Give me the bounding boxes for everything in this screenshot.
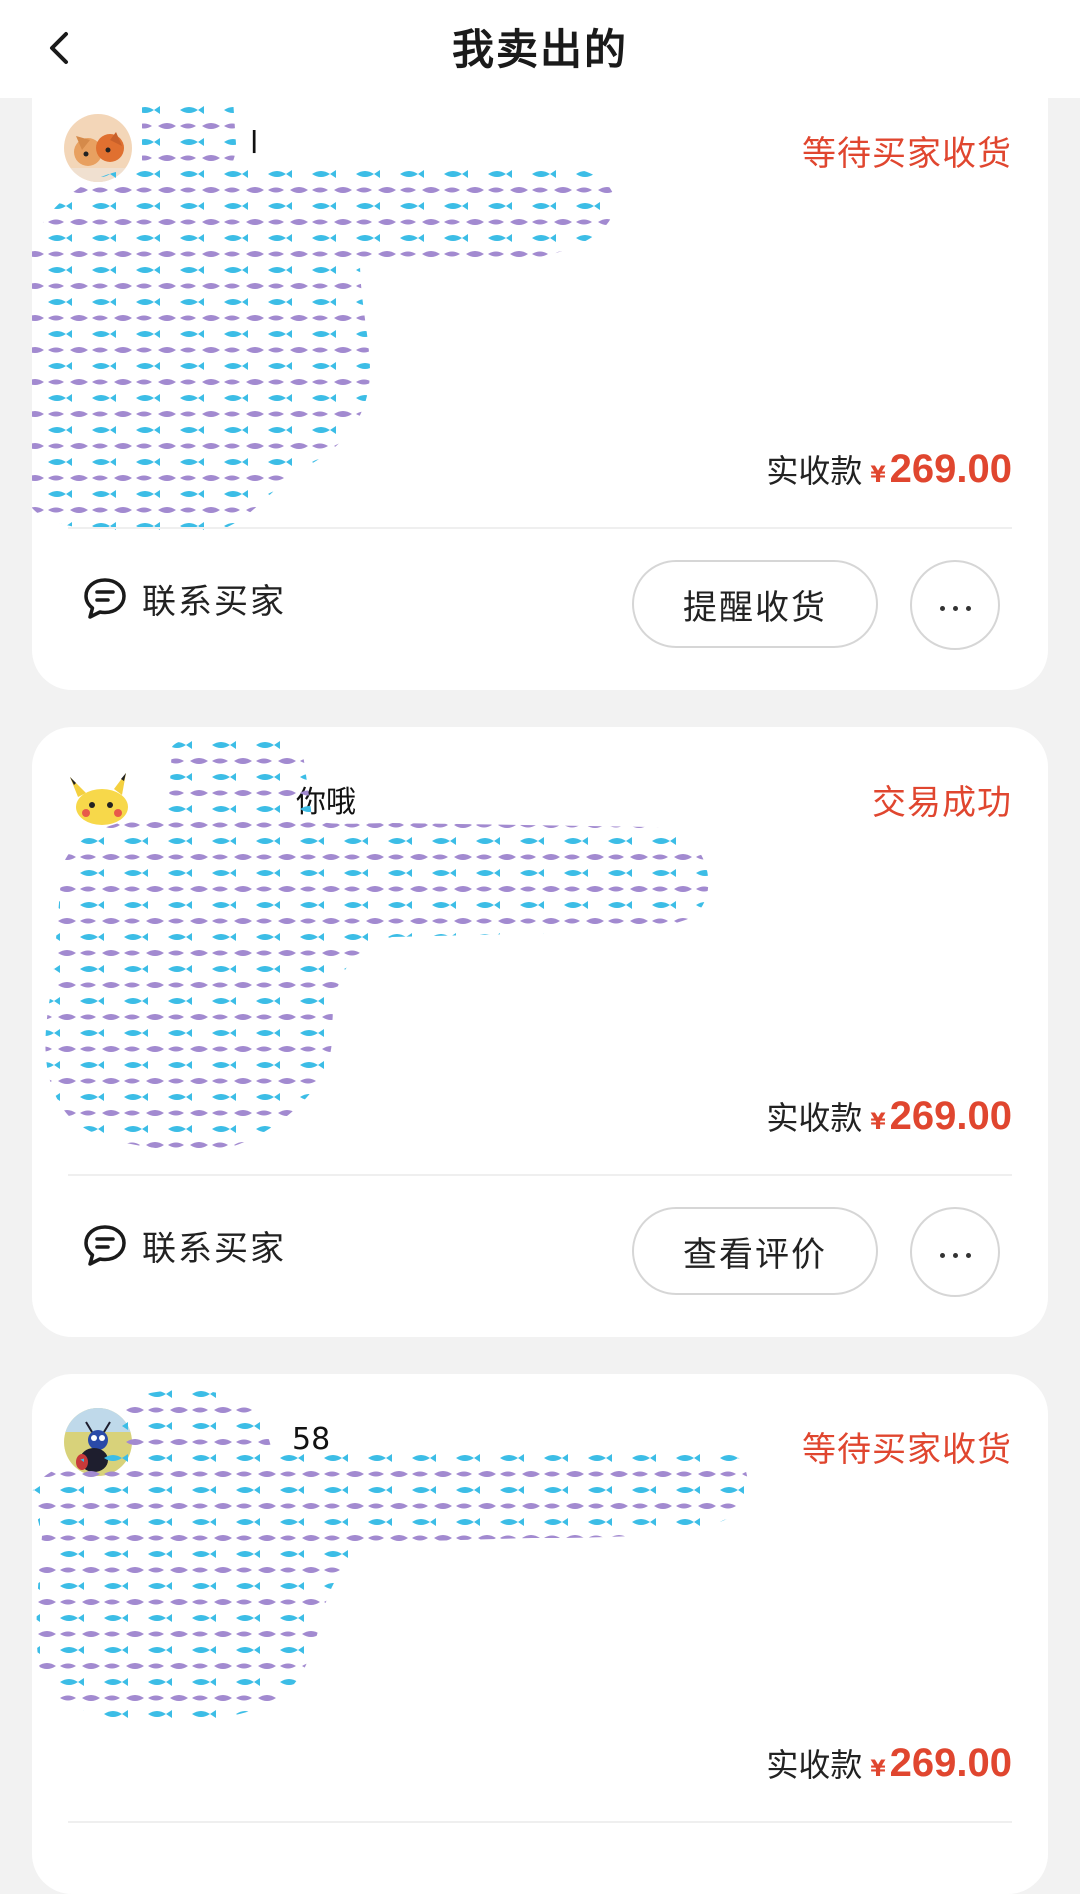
chat-bubble-icon	[84, 1224, 126, 1266]
price-value: 269.00	[889, 1094, 1012, 1138]
order-card[interactable]: 你哦 交易成功 实收款 ¥ 269.00 联系买家 查看评价	[32, 727, 1048, 1337]
contact-buyer-button[interactable]: 联系买家	[82, 574, 286, 623]
price-row: 实收款 ¥ 269.00	[766, 1093, 1012, 1139]
top-navigation-bar: 我卖出的	[0, 0, 1080, 98]
page-title: 我卖出的	[451, 25, 628, 74]
order-status: 等待买家收货	[802, 134, 1012, 174]
divider	[68, 1174, 1012, 1176]
view-review-button[interactable]: 查看评价	[632, 1207, 878, 1295]
price-row: 实收款 ¥ 269.00	[766, 446, 1012, 492]
price-row: 实收款 ¥ 269.00	[766, 1740, 1012, 1786]
redaction-mask	[32, 1390, 748, 1723]
redaction-mask	[32, 80, 615, 536]
order-card[interactable]: 58 等待买家收货 实收款 ¥ 269.00	[32, 1374, 1048, 1894]
order-status: 交易成功	[872, 783, 1012, 823]
price-label: 实收款	[766, 1746, 863, 1784]
more-dots-icon	[936, 1243, 975, 1262]
remind-receipt-button[interactable]: 提醒收货	[632, 560, 878, 648]
price-label: 实收款	[766, 1099, 863, 1137]
more-dots-icon	[936, 596, 975, 615]
currency-symbol: ¥	[870, 1757, 886, 1782]
contact-buyer-label: 联系买家	[142, 1229, 286, 1269]
divider	[68, 527, 1012, 529]
divider	[68, 1821, 1012, 1823]
currency-symbol: ¥	[870, 1110, 886, 1135]
contact-buyer-button[interactable]: 联系买家	[82, 1221, 286, 1270]
chat-bubble-icon	[84, 577, 126, 619]
more-options-button[interactable]	[910, 1207, 1000, 1297]
price-value: 269.00	[889, 447, 1012, 491]
order-status: 等待买家收货	[802, 1430, 1012, 1470]
currency-symbol: ¥	[870, 463, 886, 488]
order-card[interactable]: l 等待买家收货 实收款 ¥ 269.00 联系买家 提醒收货	[32, 80, 1048, 690]
redaction-mask	[45, 737, 709, 1152]
contact-buyer-label: 联系买家	[142, 582, 286, 622]
more-options-button[interactable]	[910, 560, 1000, 650]
price-label: 实收款	[766, 452, 863, 490]
price-value: 269.00	[889, 1741, 1012, 1785]
